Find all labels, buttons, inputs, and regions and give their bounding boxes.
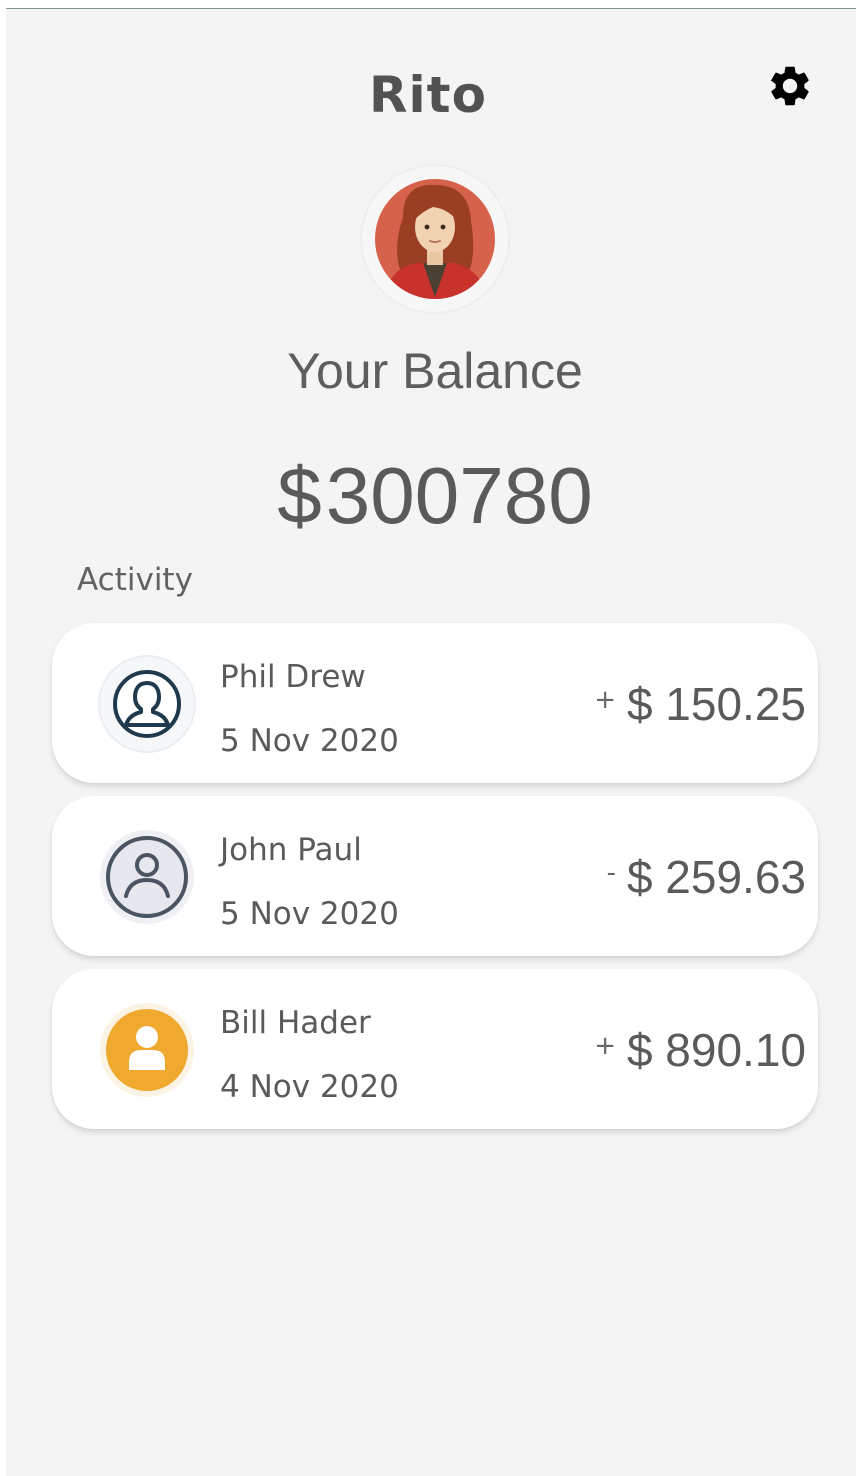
profile-avatar[interactable] [362,166,508,312]
balance-amount: $300780 [0,450,856,542]
activity-item[interactable]: Phil Drew 5 Nov 2020 + $ 150.25 [52,623,818,783]
activity-item[interactable]: John Paul 5 Nov 2020 - $ 259.63 [52,796,818,956]
contact-avatar [100,830,194,924]
transaction-sign: - [606,858,616,888]
transaction-date: 5 Nov 2020 [220,723,399,759]
activity-list: Phil Drew 5 Nov 2020 + $ 150.25 John Pau… [52,623,818,1142]
transaction-amount: $ 890.10 [626,1024,806,1076]
activity-label: Activity [77,562,193,598]
transaction-amount: $ 150.25 [626,678,806,730]
contact-name: Phil Drew [220,659,366,695]
app-title: Rito [369,66,487,124]
transaction-date: 4 Nov 2020 [220,1069,399,1105]
activity-item[interactable]: Bill Hader 4 Nov 2020 + $ 890.10 [52,969,818,1129]
balance-label: Your Balance [287,343,583,399]
transaction-amount: $ 259.63 [626,851,806,903]
contact-name: John Paul [220,832,362,868]
balance-value: 300780 [325,451,593,540]
user-outline-icon [113,670,181,738]
balance-currency: $ [277,451,322,540]
settings-button[interactable] [764,60,816,112]
user-filled-icon [106,1009,188,1091]
transaction-sign: + [594,1031,616,1061]
woman-avatar-icon [375,179,495,299]
transaction-date: 5 Nov 2020 [220,896,399,932]
gear-icon [770,66,809,106]
contact-avatar [100,1003,194,1097]
contact-avatar [100,657,194,751]
contact-name: Bill Hader [220,1005,371,1041]
transaction-sign: + [594,685,616,715]
user-circle-icon [106,836,188,918]
